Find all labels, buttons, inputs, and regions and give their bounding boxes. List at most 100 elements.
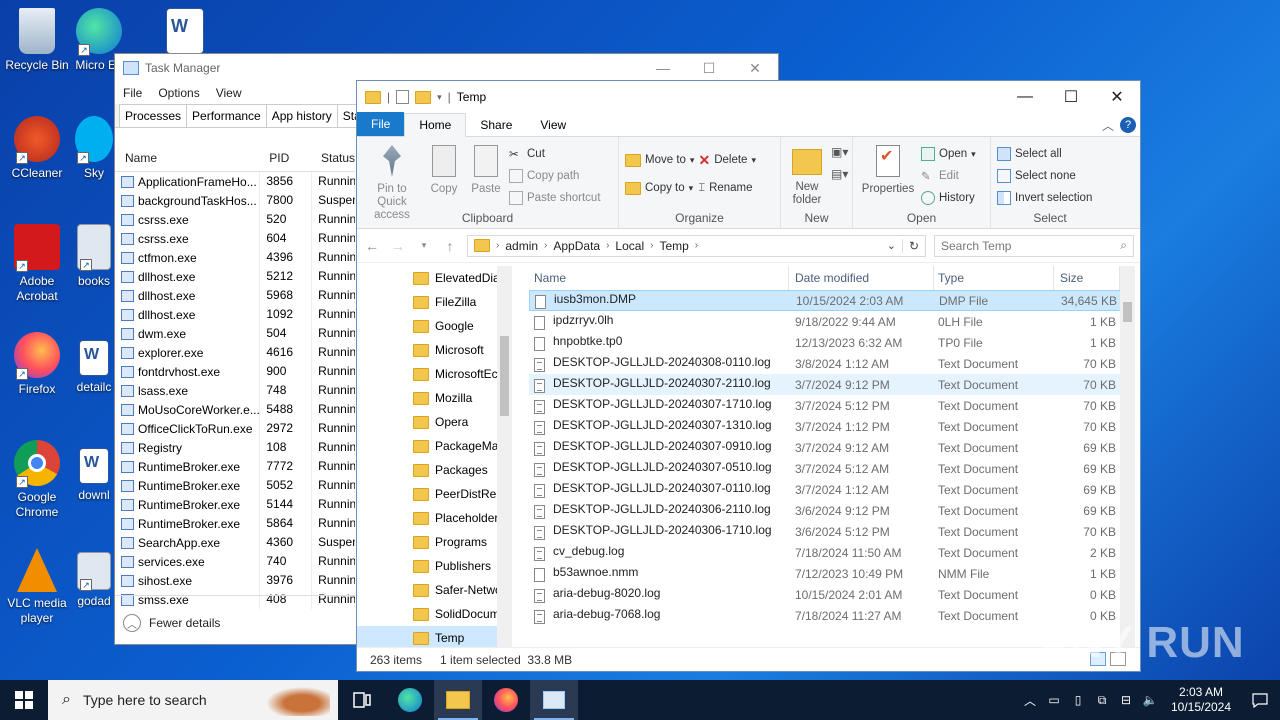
taskbar-firefox[interactable] (482, 680, 530, 720)
column-size[interactable]: Size (1054, 266, 1120, 290)
taskbar-task-manager[interactable] (530, 680, 578, 720)
tab-home[interactable]: Home (404, 113, 467, 137)
file-row[interactable]: cv_debug.log 7/18/2024 11:50 AM Text Docum… (529, 542, 1125, 563)
desktop-icon-google-chrome[interactable]: ↗ Google Chrome (0, 440, 74, 520)
desktop-icon-adobe-acrobat[interactable]: ↗ Adobe Acrobat (0, 224, 74, 304)
column-date-modified[interactable]: Date modified (789, 266, 934, 290)
process-row[interactable]: backgroundTaskHos... 7800 Suspen (115, 191, 355, 210)
column-type[interactable]: Type (934, 266, 1054, 290)
network-icon[interactable]: ⊟ (1114, 693, 1138, 707)
nav-folder-item[interactable]: FileZilla (357, 290, 512, 314)
open-button[interactable]: Open ▾ (921, 143, 976, 165)
battery-icon[interactable]: ▯ (1066, 693, 1090, 707)
desktop-icon-recycle-bin[interactable]: Recycle Bin (0, 8, 74, 73)
new-folder-quick-icon[interactable] (415, 90, 432, 104)
file-row[interactable]: DESKTOP-JGLLJLD-20240307-0910.log 3/7/202… (529, 437, 1125, 458)
nav-folder-item[interactable]: Mozilla (357, 386, 512, 410)
nav-folder-item[interactable]: Microsoft (357, 338, 512, 362)
file-row[interactable]: aria-debug-8020.log 10/15/2024 2:01 AM Tex… (529, 584, 1125, 605)
tab-file[interactable]: File (357, 112, 405, 136)
file-row[interactable]: DESKTOP-JGLLJLD-20240307-2110.log 3/7/202… (529, 374, 1125, 395)
file-row[interactable]: ipdzrryv.0lh 9/18/2022 9:44 AM 0LH File 1 K… (529, 311, 1125, 332)
forward-arrow-icon[interactable]: → (389, 238, 407, 254)
device-icon[interactable]: ⧉ (1090, 693, 1114, 708)
start-button[interactable] (0, 680, 48, 720)
file-row[interactable]: DESKTOP-JGLLJLD-20240306-1710.log 3/6/202… (529, 521, 1125, 542)
desktop-icon-vlc[interactable]: VLC media player (0, 548, 74, 626)
nav-folder-item[interactable]: Temp (357, 626, 512, 648)
breadcrumb-local[interactable]: Local (615, 239, 644, 253)
file-list-scrollbar[interactable] (1120, 266, 1135, 648)
copy-path-button[interactable]: Copy path (509, 165, 601, 187)
file-row[interactable]: b53awnoe.nmm 7/12/2023 10:49 PM NMM File 1 … (529, 563, 1125, 584)
process-row[interactable]: sihost.exe 3976 Runnin (115, 571, 355, 590)
chevron-down-icon[interactable]: ▾ (437, 92, 442, 103)
refresh-icon[interactable]: ↻ (901, 238, 925, 253)
nav-folder-item[interactable]: Safer-Netwo (357, 578, 512, 602)
collapse-ribbon-icon[interactable]: ︿ (1102, 117, 1114, 134)
fewer-details-button[interactable]: ︿ Fewer details (123, 614, 220, 632)
address-dropdown-icon[interactable]: ⌄ (887, 239, 896, 252)
process-row[interactable]: Registry 108 Runnin (115, 438, 355, 457)
tab-processes[interactable]: Processes (119, 104, 188, 127)
desktop-icon-downl[interactable]: W downl (74, 448, 114, 503)
process-row[interactable]: RuntimeBroker.exe 7772 Runnin (115, 457, 355, 476)
desktop-icon-books[interactable]: ↗ books (74, 224, 114, 289)
maximize-button[interactable]: ☐ (686, 54, 732, 82)
easy-access-icon[interactable]: ▤▾ (831, 167, 848, 181)
back-arrow-icon[interactable]: ← (363, 238, 381, 254)
clock[interactable]: 2:03 AM 10/15/2024 (1162, 685, 1240, 715)
process-row[interactable]: smss.exe 408 Runnin (115, 590, 355, 609)
file-row[interactable]: DESKTOP-JGLLJLD-20240307-0510.log 3/7/202… (529, 458, 1125, 479)
process-row[interactable]: ctfmon.exe 4396 Runnin (115, 248, 355, 267)
file-row[interactable]: DESKTOP-JGLLJLD-20240306-2110.log 3/6/202… (529, 500, 1125, 521)
history-button[interactable]: History (921, 187, 976, 209)
menu-options[interactable]: Options (158, 86, 199, 100)
process-row[interactable]: RuntimeBroker.exe 5052 Runnin (115, 476, 355, 495)
process-row[interactable]: dwm.exe 504 Runnin (115, 324, 355, 343)
navigation-scrollbar[interactable] (497, 266, 512, 648)
column-name[interactable]: Name (115, 151, 259, 165)
desktop-icon-firefox[interactable]: ↗ Firefox (0, 332, 74, 397)
properties-quick-icon[interactable] (396, 90, 410, 104)
file-row[interactable]: DESKTOP-JGLLJLD-20240307-0110.log 3/7/202… (529, 479, 1125, 500)
file-row[interactable]: iusb3mon.DMP 10/15/2024 2:03 AM DMP File 34… (529, 290, 1125, 311)
select-none-button[interactable]: Select none (997, 165, 1092, 187)
nav-folder-item[interactable]: Placeholder (357, 506, 512, 530)
close-button[interactable]: ✕ (1094, 81, 1140, 113)
up-arrow-icon[interactable]: ↑ (441, 238, 459, 254)
invert-selection-button[interactable]: Invert selection (997, 187, 1092, 209)
recent-locations-icon[interactable]: ▾ (415, 240, 433, 251)
task-view-button[interactable] (338, 680, 386, 720)
desktop-icon-ccleaner[interactable]: ↗ CCleaner (0, 116, 74, 181)
nav-folder-item[interactable]: Publishers (357, 554, 512, 578)
select-all-button[interactable]: Select all (997, 143, 1092, 165)
tab-performance[interactable]: Performance (186, 104, 267, 127)
column-name[interactable]: Name (529, 266, 789, 290)
paste-shortcut-button[interactable]: Paste shortcut (509, 187, 601, 209)
scrollbar-thumb[interactable] (500, 336, 509, 416)
file-row[interactable]: DESKTOP-JGLLJLD-20240307-1310.log 3/7/202… (529, 416, 1125, 437)
taskbar-search-box[interactable]: ⌕ Type here to search (48, 680, 338, 720)
tab-share[interactable]: Share (466, 114, 526, 136)
process-row[interactable]: csrss.exe 520 Runnin (115, 210, 355, 229)
nav-folder-item[interactable]: Programs (357, 530, 512, 554)
copy-to-button[interactable]: Copy to ▾ (625, 177, 694, 199)
process-row[interactable]: services.exe 740 Runnin (115, 552, 355, 571)
nav-folder-item[interactable]: PackageMa (357, 434, 512, 458)
address-bar[interactable]: › admin › AppData › Local › Temp › ⌄ ↻ (467, 234, 926, 257)
nav-folder-item[interactable]: Packages (357, 458, 512, 482)
breadcrumb-admin[interactable]: admin (505, 239, 538, 253)
process-row[interactable]: OfficeClickToRun.exe 2972 Runnin (115, 419, 355, 438)
process-row[interactable]: dllhost.exe 1092 Runnin (115, 305, 355, 324)
process-row[interactable]: dllhost.exe 5968 Runnin (115, 286, 355, 305)
nav-folder-item[interactable]: MicrosoftEc (357, 362, 512, 386)
close-button[interactable]: ✕ (732, 54, 778, 82)
process-row[interactable]: fontdrvhost.exe 900 Runnin (115, 362, 355, 381)
menu-view[interactable]: View (216, 86, 242, 100)
tab-view[interactable]: View (526, 114, 580, 136)
nav-folder-item[interactable]: ElevatedDia (357, 266, 512, 290)
process-row[interactable]: RuntimeBroker.exe 5144 Runnin (115, 495, 355, 514)
nav-folder-item[interactable]: PeerDistRep (357, 482, 512, 506)
scrollbar-thumb[interactable] (1123, 302, 1132, 322)
